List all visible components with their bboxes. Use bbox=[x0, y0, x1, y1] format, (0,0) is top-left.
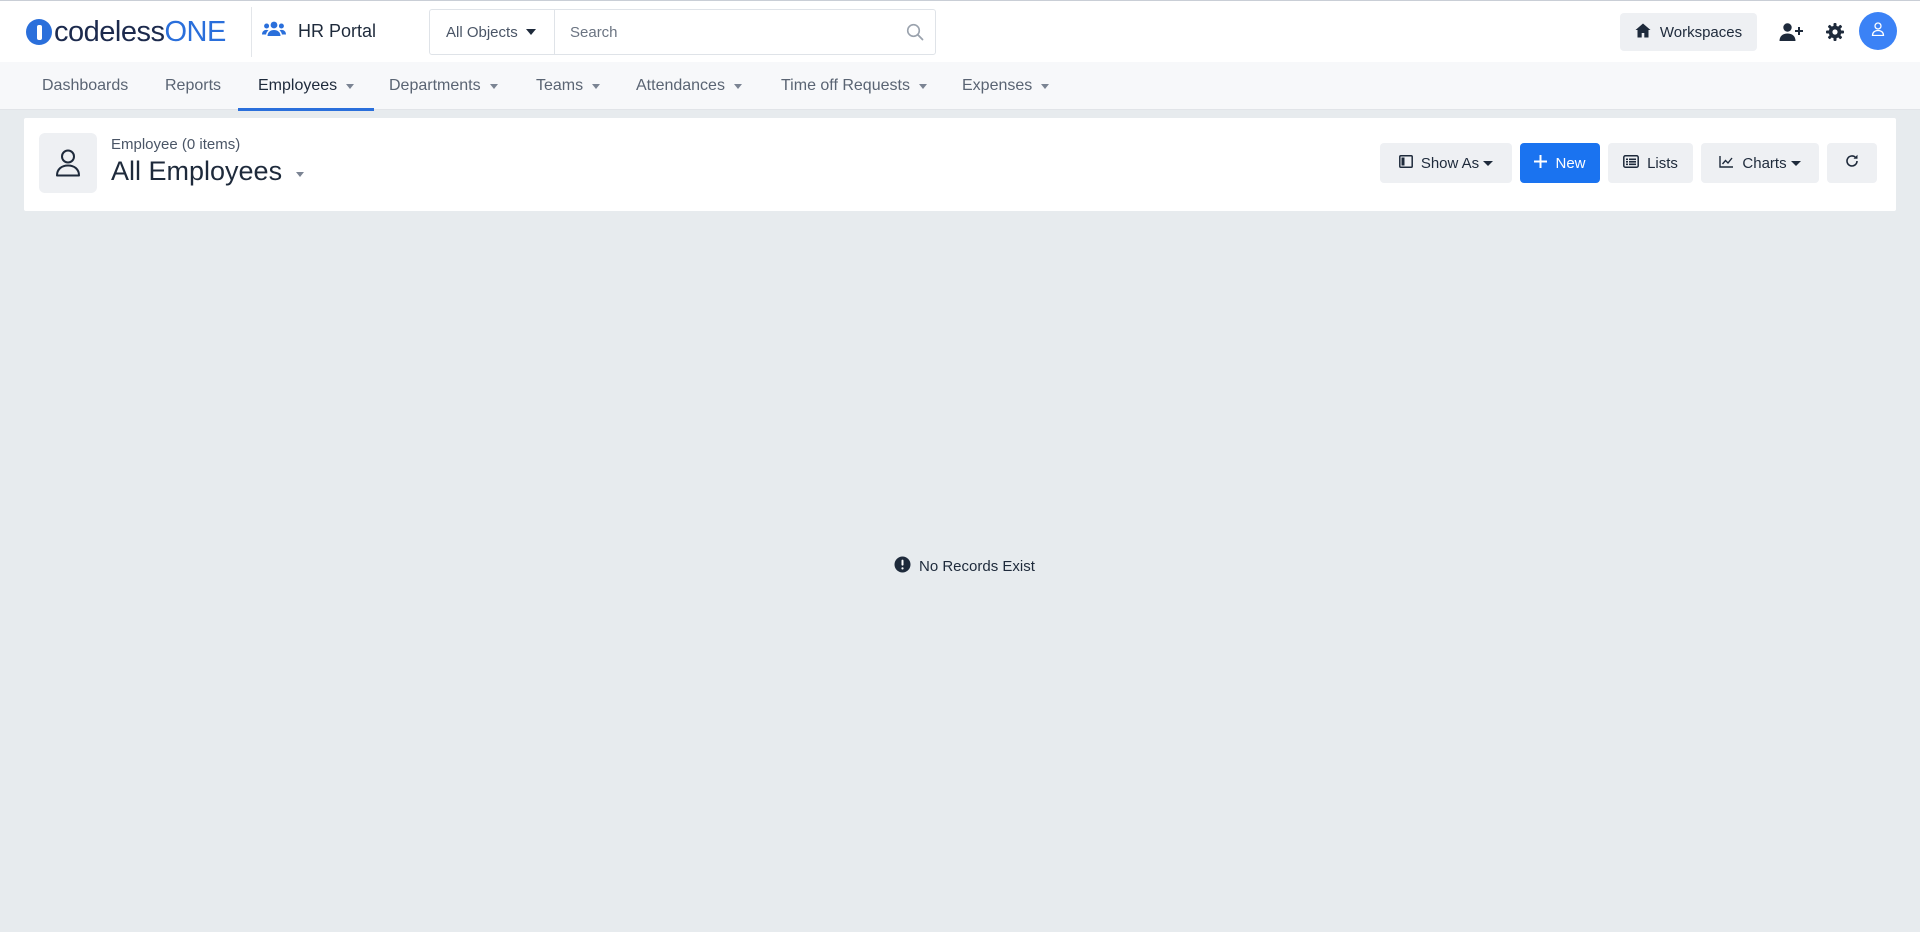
gear-icon[interactable] bbox=[1820, 17, 1850, 47]
empty-state: No Records Exist bbox=[894, 556, 1035, 577]
show-as-label: Show As bbox=[1420, 154, 1480, 172]
users-icon bbox=[262, 19, 286, 44]
user-plus-icon[interactable] bbox=[1776, 17, 1806, 47]
workspaces-label: Workspaces bbox=[1659, 23, 1743, 41]
chevron-down-icon bbox=[733, 83, 742, 89]
tab-label: Reports bbox=[165, 77, 222, 94]
lists-label: Lists bbox=[1647, 154, 1678, 172]
user-icon bbox=[1871, 21, 1885, 41]
chevron-down-icon bbox=[346, 83, 355, 89]
refresh-button[interactable] bbox=[1827, 143, 1877, 183]
global-search: All Objects bbox=[429, 9, 936, 55]
home-icon bbox=[1635, 23, 1651, 42]
new-label: New bbox=[1555, 154, 1586, 172]
tab-employees[interactable]: Employees bbox=[238, 62, 375, 111]
tab-label: Employees bbox=[258, 77, 338, 94]
search-scope-label: All Objects bbox=[446, 23, 518, 41]
main-navigation: Dashboards Reports Employees Departments… bbox=[0, 62, 1920, 111]
header-divider bbox=[251, 7, 252, 57]
tab-label: Expenses bbox=[962, 77, 1033, 94]
chevron-down-icon bbox=[1483, 160, 1494, 166]
top-header: codelessONE HR Portal All Objects Search… bbox=[0, 0, 1920, 62]
tab-label: Attendances bbox=[636, 77, 725, 94]
tab-expenses[interactable]: Expenses bbox=[942, 62, 1069, 110]
exclamation-circle-icon bbox=[894, 556, 911, 577]
charts-button[interactable]: Charts bbox=[1701, 143, 1819, 183]
chevron-down-icon bbox=[1041, 83, 1050, 89]
tab-departments[interactable]: Departments bbox=[369, 62, 518, 110]
list-icon bbox=[1623, 154, 1640, 172]
tab-attendances[interactable]: Attendances bbox=[616, 62, 762, 110]
empty-state-message: No Records Exist bbox=[919, 558, 1035, 575]
app-switcher[interactable]: HR Portal bbox=[262, 19, 376, 44]
user-outline-icon bbox=[39, 133, 97, 193]
new-button[interactable]: New bbox=[1520, 143, 1600, 183]
logo-mark-icon bbox=[26, 19, 52, 45]
view-subtitle: Employee (0 items) bbox=[111, 136, 241, 153]
tab-time-off-requests[interactable]: Time off Requests bbox=[761, 62, 947, 110]
chevron-down-icon bbox=[296, 172, 305, 177]
chevron-down-icon bbox=[489, 83, 498, 89]
chevron-down-icon bbox=[592, 83, 601, 89]
tab-dashboards[interactable]: Dashboards bbox=[22, 62, 148, 110]
tab-label: Teams bbox=[536, 77, 584, 94]
logo-text-accent: ONE bbox=[164, 15, 226, 48]
app-name-label: HR Portal bbox=[298, 21, 377, 41]
search-icon[interactable] bbox=[895, 23, 935, 41]
tab-label: Departments bbox=[389, 77, 481, 94]
view-selector[interactable]: All Employees bbox=[111, 156, 305, 187]
plus-icon bbox=[1534, 154, 1548, 172]
page-title: All Employees bbox=[111, 156, 283, 186]
tab-reports[interactable]: Reports bbox=[145, 62, 241, 110]
search-scope-select[interactable]: All Objects bbox=[430, 10, 555, 54]
charts-label: Charts bbox=[1742, 154, 1787, 172]
tab-label: Dashboards bbox=[42, 77, 129, 94]
chevron-down-icon bbox=[1790, 160, 1801, 166]
workspaces-button[interactable]: Workspaces bbox=[1620, 13, 1757, 51]
search-input[interactable] bbox=[555, 10, 895, 54]
chart-icon bbox=[1719, 155, 1734, 172]
layout-icon bbox=[1398, 154, 1413, 172]
view-header: Employee (0 items) All Employees Show As… bbox=[24, 118, 1896, 211]
tab-label: Time off Requests bbox=[781, 77, 910, 94]
chevron-down-icon bbox=[918, 83, 927, 89]
refresh-icon bbox=[1845, 154, 1859, 172]
tab-teams[interactable]: Teams bbox=[516, 62, 620, 110]
logo-text: codelessONE bbox=[54, 16, 226, 49]
brand-logo[interactable]: codelessONE bbox=[26, 15, 226, 49]
show-as-button[interactable]: Show As bbox=[1380, 143, 1512, 183]
chevron-down-icon bbox=[525, 29, 536, 35]
logo-text-main: codeless bbox=[54, 15, 165, 48]
avatar[interactable] bbox=[1859, 12, 1897, 50]
lists-button[interactable]: Lists bbox=[1608, 143, 1693, 183]
